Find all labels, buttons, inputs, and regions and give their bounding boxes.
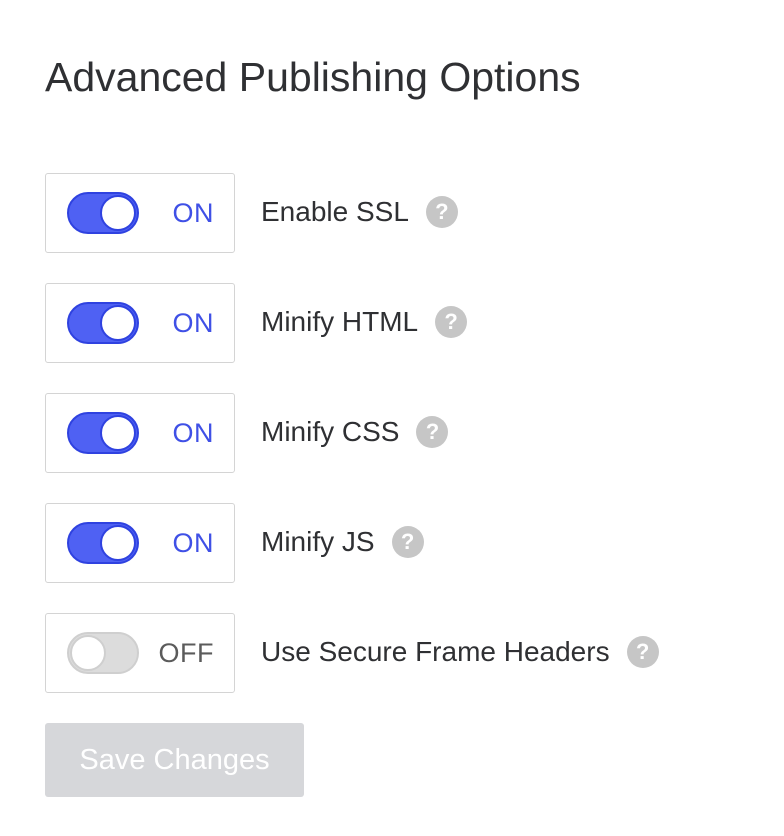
ssl-toggle[interactable]: ON	[45, 173, 235, 253]
minify-css-switch-track[interactable]	[67, 412, 139, 454]
question-circle-icon[interactable]: ?	[435, 306, 468, 338]
minify-html-toggle[interactable]: ON	[45, 283, 235, 363]
switch-knob	[100, 525, 136, 561]
save-changes-button[interactable]: Save Changes	[45, 723, 304, 797]
minify-js-switch-track[interactable]	[67, 522, 139, 564]
switch-knob	[100, 195, 136, 231]
secure-frame-headers-toggle[interactable]: OFF	[45, 613, 235, 693]
question-circle-icon[interactable]: ?	[425, 196, 458, 228]
secure-frame-headers-switch-track[interactable]	[67, 632, 139, 674]
option-label-text: Minify HTML	[261, 306, 419, 337]
option-label-text: Minify CSS	[261, 416, 400, 447]
option-label: Enable SSL ?	[261, 195, 458, 229]
minify-js-toggle[interactable]: ON	[45, 503, 235, 583]
option-label-text: Minify JS	[261, 526, 375, 557]
option-row-secure-frame-headers: OFF Use Secure Frame Headers ?	[45, 613, 745, 693]
option-label-text: Enable SSL	[261, 196, 409, 227]
option-label: Minify HTML ?	[261, 305, 468, 339]
option-label: Minify CSS ?	[261, 415, 449, 449]
toggle-state-text: OFF	[158, 638, 214, 668]
page-title: Advanced Publishing Options	[45, 54, 581, 100]
toggle-state-text: ON	[172, 308, 214, 338]
ssl-switch-track[interactable]	[67, 192, 139, 234]
minify-css-toggle[interactable]: ON	[45, 393, 235, 473]
switch-knob	[100, 415, 136, 451]
switch-knob	[100, 305, 136, 341]
toggle-state-text: ON	[172, 418, 214, 448]
option-row-minify-css: ON Minify CSS ?	[45, 393, 745, 473]
option-label: Use Secure Frame Headers ?	[261, 635, 659, 669]
question-circle-icon[interactable]: ?	[626, 636, 659, 668]
question-circle-icon[interactable]: ?	[416, 416, 449, 448]
toggle-state-text: ON	[172, 528, 214, 558]
option-row-enable-ssl: ON Enable SSL ?	[45, 173, 745, 253]
minify-html-switch-track[interactable]	[67, 302, 139, 344]
publishing-options-panel: Advanced Publishing Options ON Enable SS…	[0, 0, 784, 836]
switch-knob	[70, 635, 106, 671]
option-label: Minify JS ?	[261, 525, 424, 559]
option-label-text: Use Secure Frame Headers	[261, 636, 610, 667]
toggle-state-text: ON	[172, 198, 214, 228]
option-row-minify-html: ON Minify HTML ?	[45, 283, 745, 363]
question-circle-icon[interactable]: ?	[391, 526, 424, 558]
option-row-minify-js: ON Minify JS ?	[45, 503, 745, 583]
